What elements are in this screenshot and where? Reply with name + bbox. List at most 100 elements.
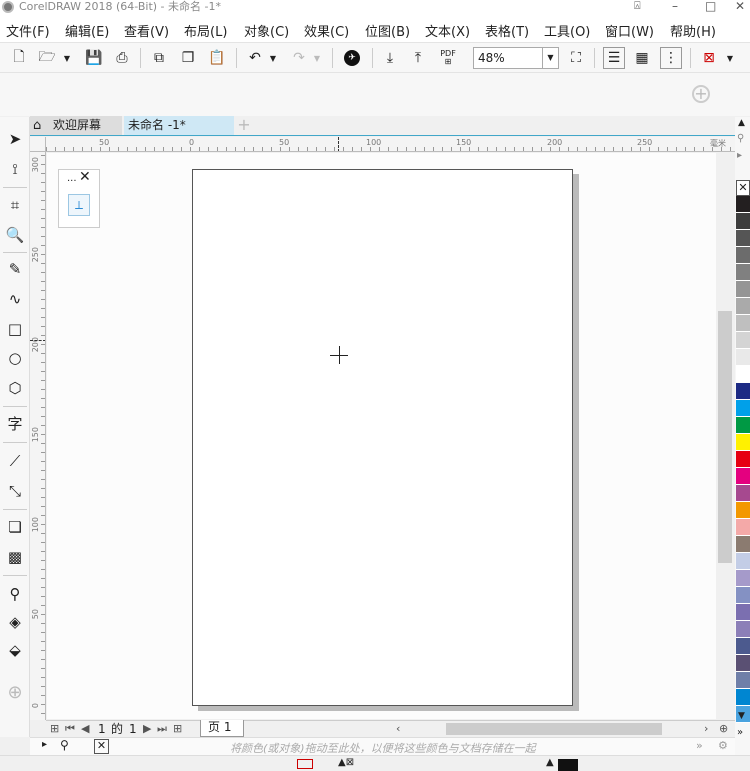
- color-swatch[interactable]: [736, 689, 750, 706]
- close-window-button[interactable]: ✕: [735, 0, 745, 12]
- color-swatch[interactable]: [736, 383, 750, 400]
- horizontal-ruler[interactable]: 50 0 50 100 150 200 250 毫米: [46, 137, 735, 152]
- color-swatch[interactable]: [736, 553, 750, 570]
- color-swatch[interactable]: [736, 434, 750, 451]
- import-icon[interactable]: ⤓: [381, 47, 399, 69]
- parallel-dimension-tool-icon[interactable]: ⟋: [5, 451, 25, 471]
- maximize-button[interactable]: □: [705, 0, 716, 12]
- vertical-ruler[interactable]: 300 250 200 150 100 50 0: [30, 137, 46, 720]
- color-swatch[interactable]: [736, 349, 750, 366]
- palette-options-icon[interactable]: ⚙: [718, 739, 728, 752]
- color-swatch[interactable]: [736, 196, 750, 213]
- zoom-navigator-icon[interactable]: ⊕: [719, 722, 728, 736]
- color-swatch[interactable]: [736, 638, 750, 655]
- text-tool-icon[interactable]: 字: [5, 414, 25, 434]
- color-swatch[interactable]: [736, 604, 750, 621]
- drop-shadow-tool-icon[interactable]: ❏: [5, 517, 25, 537]
- quick-customize-icon[interactable]: ⊕: [5, 683, 25, 703]
- artistic-media-tool-icon[interactable]: ∿: [5, 289, 25, 309]
- palette-eyedropper-icon[interactable]: ⚲: [737, 133, 744, 144]
- add-toolbar-icon[interactable]: +: [692, 85, 710, 103]
- vertical-scrollbar-thumb[interactable]: [718, 311, 732, 563]
- palette-scroll-down-icon[interactable]: ▼: [738, 711, 745, 721]
- menu-window[interactable]: 窗口(W): [605, 21, 654, 40]
- color-swatch[interactable]: [736, 400, 750, 417]
- full-screen-icon[interactable]: ⛶: [566, 47, 586, 69]
- palette-expand-icon[interactable]: »: [737, 727, 743, 738]
- pick-tool-icon[interactable]: ➤: [5, 129, 25, 149]
- color-swatch[interactable]: [736, 332, 750, 349]
- color-swatch[interactable]: [736, 281, 750, 298]
- color-swatch[interactable]: [736, 298, 750, 315]
- drawing-canvas[interactable]: ... ✕ ⟂: [47, 153, 716, 719]
- color-swatch[interactable]: [736, 502, 750, 519]
- account-icon[interactable]: ⍓: [634, 0, 641, 12]
- palette-menu-icon[interactable]: ▸: [737, 150, 742, 161]
- search-content-icon[interactable]: ✈: [342, 47, 362, 69]
- document-page[interactable]: [192, 169, 573, 706]
- menu-edit[interactable]: 编辑(E): [65, 21, 109, 40]
- color-swatch[interactable]: [736, 247, 750, 264]
- panel-options-icon[interactable]: ...: [67, 173, 77, 184]
- show-grid-icon[interactable]: ▦: [631, 47, 653, 69]
- snap-off-icon[interactable]: ⊠: [699, 47, 719, 69]
- save-icon[interactable]: 💾: [85, 47, 103, 69]
- last-page-icon[interactable]: ⏭: [157, 722, 167, 736]
- color-swatch[interactable]: [736, 519, 750, 536]
- color-swatch[interactable]: [736, 672, 750, 689]
- publish-pdf-icon[interactable]: PDF ⊞: [437, 47, 459, 69]
- color-swatch[interactable]: [736, 451, 750, 468]
- add-page-after-icon[interactable]: ⊞: [173, 722, 182, 736]
- snap-toggle-icon[interactable]: ⟂: [68, 194, 90, 216]
- color-swatch[interactable]: [736, 570, 750, 587]
- minimize-button[interactable]: –: [672, 0, 678, 12]
- new-tab-icon[interactable]: +: [236, 117, 252, 134]
- color-swatch[interactable]: [736, 621, 750, 638]
- color-swatch[interactable]: [736, 536, 750, 553]
- scroll-left-icon[interactable]: ‹: [396, 722, 400, 736]
- menu-tools[interactable]: 工具(O): [544, 21, 590, 40]
- menu-table[interactable]: 表格(T): [485, 21, 529, 40]
- panel-close-icon[interactable]: ✕: [79, 169, 91, 185]
- previous-page-icon[interactable]: ◀: [81, 722, 89, 736]
- menu-effects[interactable]: 效果(C): [304, 21, 349, 40]
- copy-icon[interactable]: ❐: [179, 47, 197, 69]
- no-color-swatch[interactable]: ✕: [736, 180, 750, 196]
- color-swatch[interactable]: [736, 366, 750, 383]
- freehand-tool-icon[interactable]: ✎: [5, 259, 25, 279]
- palette-scroll-icon[interactable]: »: [696, 739, 703, 752]
- first-page-icon[interactable]: ⏮: [65, 722, 75, 736]
- new-document-icon[interactable]: 🗋: [10, 47, 28, 69]
- palette-scroll-up-icon[interactable]: ▲: [738, 118, 745, 128]
- palette-menu-arrow-icon[interactable]: ▸: [42, 739, 47, 750]
- connector-tool-icon[interactable]: ⤡: [5, 481, 25, 501]
- polygon-tool-icon[interactable]: ⬡: [5, 378, 25, 398]
- print-icon[interactable]: ⎙: [113, 47, 131, 69]
- redo-dropdown-icon[interactable]: ▼: [312, 47, 322, 69]
- horizontal-scrollbar-thumb[interactable]: [446, 723, 662, 735]
- menu-bitmaps[interactable]: 位图(B): [365, 21, 410, 40]
- shape-tool-icon[interactable]: ⟟: [5, 159, 25, 179]
- color-swatch[interactable]: [736, 587, 750, 604]
- color-swatch[interactable]: [736, 468, 750, 485]
- rectangle-tool-icon[interactable]: □: [5, 319, 25, 339]
- export-icon[interactable]: ⤒: [409, 47, 427, 69]
- color-swatch[interactable]: [736, 230, 750, 247]
- zoom-dropdown-icon[interactable]: ▼: [542, 48, 558, 68]
- interactive-fill-tool-icon[interactable]: ◈: [5, 612, 25, 632]
- redo-icon[interactable]: ↷: [290, 47, 308, 69]
- open-recent-dropdown-icon[interactable]: ▼: [62, 47, 72, 69]
- crop-tool-icon[interactable]: ⌗: [5, 195, 25, 215]
- smart-fill-tool-icon[interactable]: ⬙: [5, 640, 25, 660]
- color-swatch[interactable]: [736, 315, 750, 332]
- scroll-right-icon[interactable]: ›: [704, 722, 708, 736]
- menu-object[interactable]: 对象(C): [244, 21, 289, 40]
- open-folder-icon[interactable]: 🗁: [38, 47, 56, 69]
- color-eyedropper-tool-icon[interactable]: ⚲: [5, 584, 25, 604]
- transparency-tool-icon[interactable]: ▩: [5, 547, 25, 567]
- menu-help[interactable]: 帮助(H): [670, 21, 716, 40]
- color-swatch[interactable]: [736, 213, 750, 230]
- menu-layout[interactable]: 布局(L): [184, 21, 227, 40]
- ruler-origin[interactable]: [30, 137, 46, 152]
- eyedropper-icon[interactable]: ⚲: [60, 738, 69, 752]
